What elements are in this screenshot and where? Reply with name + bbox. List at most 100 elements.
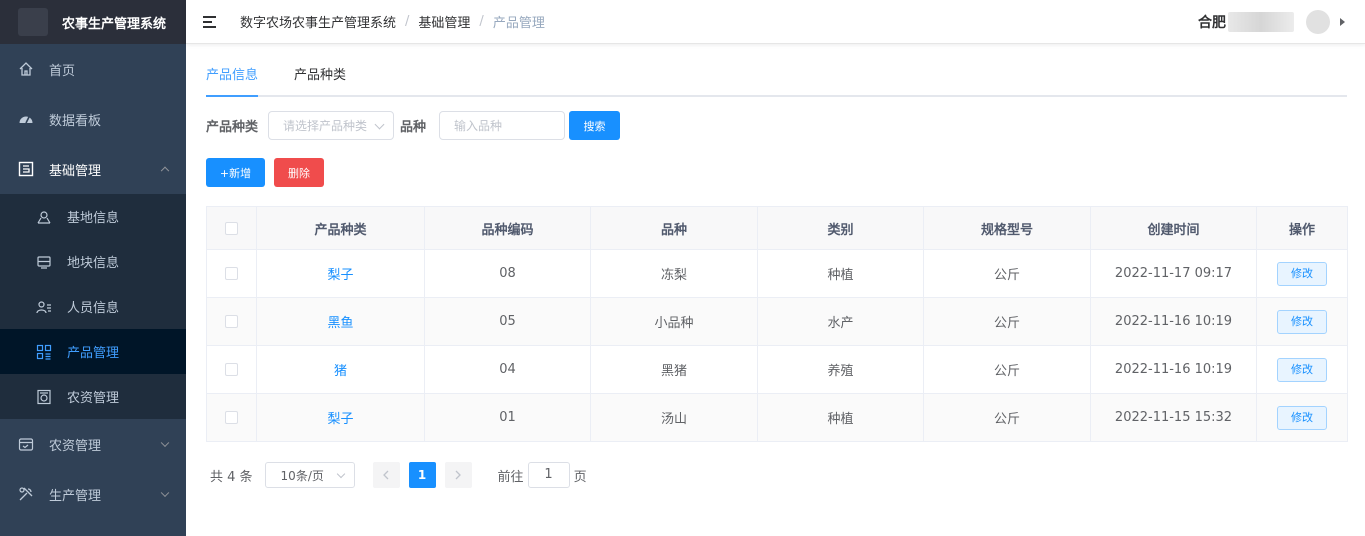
header: 数字农场农事生产管理系统 / 基础管理 / 产品管理 合肥 — [186, 0, 1365, 44]
category-cell: 种植 — [757, 249, 924, 298]
chevron-down-icon — [336, 469, 345, 479]
action-cell: 修改 — [1256, 297, 1348, 346]
category-cell: 种植 — [757, 393, 924, 442]
type-cell: 梨子 — [256, 393, 425, 442]
created-cell: 2022-11-16 10:19 — [1090, 345, 1257, 394]
table-row: 梨子 08 冻梨 种植 公斤 2022-11-17 09:17 修改 — [206, 249, 1348, 298]
user-list-icon — [36, 299, 52, 315]
spec-cell: 公斤 — [923, 345, 1091, 394]
tab-product-info[interactable]: 产品信息 — [206, 57, 259, 97]
app-title: 农事生产管理系统 — [62, 16, 167, 32]
sidebar-item-label: 地块信息 — [67, 256, 120, 271]
grid-icon — [36, 344, 52, 360]
variety-cell: 小品种 — [590, 297, 758, 346]
user-name: 合肥 — [1198, 15, 1226, 31]
product-type-link[interactable]: 梨子 — [327, 268, 353, 283]
goto-page-input[interactable]: 1 — [527, 462, 570, 488]
sidebar-item-agri-supplies[interactable]: 农资管理 — [0, 419, 186, 469]
sidebar-item-label: 基础管理 — [49, 163, 102, 179]
variety-placeholder: 输入品种 — [454, 119, 503, 133]
sidebar-item-basic-management[interactable]: 基础管理 — [0, 144, 186, 194]
product-table: 产品种类 品种编码 品种 类别 规格型号 创建时间 操作 梨子 08 冻梨 种植… — [206, 206, 1348, 442]
sidebar-item-production[interactable]: 生产管理 — [0, 469, 186, 519]
created-cell: 2022-11-16 10:19 — [1090, 297, 1257, 346]
code-cell: 08 — [424, 249, 591, 298]
page-number-button[interactable]: 1 — [408, 462, 436, 488]
row-checkbox[interactable] — [225, 267, 238, 280]
page-size-select[interactable]: 10条/页 — [264, 462, 355, 488]
edit-button[interactable]: 修改 — [1277, 357, 1327, 382]
variety-cell: 冻梨 — [590, 249, 758, 298]
variety-cell: 黑猪 — [590, 345, 758, 394]
code-cell: 04 — [424, 345, 591, 394]
table-row: 黑鱼 05 小品种 水产 公斤 2022-11-16 10:19 修改 — [206, 297, 1348, 346]
row-checkbox[interactable] — [225, 363, 238, 376]
user-menu[interactable]: 合肥 — [1198, 0, 1345, 44]
select-all-checkbox[interactable] — [225, 221, 238, 235]
tools-icon — [18, 486, 34, 502]
type-cell: 猪 — [256, 345, 425, 394]
edit-button[interactable]: 修改 — [1277, 261, 1327, 286]
sidebar-item-dashboard[interactable]: 数据看板 — [0, 94, 186, 144]
delete-button[interactable]: 删除 — [274, 158, 324, 187]
select-cell — [206, 297, 257, 346]
variety-cell: 汤山 — [590, 393, 758, 442]
sidebar-item-label: 数据看板 — [49, 113, 102, 129]
logo: 农事生产管理系统 — [0, 0, 186, 44]
action-cell: 修改 — [1256, 345, 1348, 394]
select-cell — [206, 345, 257, 394]
product-type-link[interactable]: 黑鱼 — [327, 316, 353, 331]
hamburger-icon[interactable] — [203, 15, 219, 29]
breadcrumb-current: 产品管理 — [492, 16, 545, 31]
add-button[interactable]: +新增 — [206, 158, 265, 187]
column-header: 产品种类 — [256, 206, 425, 250]
created-cell: 2022-11-15 15:32 — [1090, 393, 1257, 442]
breadcrumb-item[interactable]: 数字农场农事生产管理系统 — [240, 12, 396, 31]
row-checkbox[interactable] — [225, 411, 238, 424]
chevron-down-icon — [160, 488, 170, 498]
sidebar-item-label: 基地信息 — [67, 211, 120, 226]
sidebar-item-product-management[interactable]: 产品管理 — [0, 329, 186, 374]
sidebar-item-staff-info[interactable]: 人员信息 — [0, 284, 186, 329]
location-icon — [36, 209, 52, 225]
breadcrumb-separator: / — [479, 14, 484, 29]
sidebar-item-agri-supplies-sub[interactable]: 农资管理 — [0, 374, 186, 419]
product-type-link[interactable]: 梨子 — [327, 412, 353, 427]
column-header: 规格型号 — [923, 206, 1091, 250]
product-type-link[interactable]: 猪 — [334, 364, 347, 379]
product-type-placeholder: 请选择产品种类 — [283, 119, 368, 133]
sidebar-item-base-info[interactable]: 基地信息 — [0, 194, 186, 239]
product-type-label: 产品种类 — [206, 120, 259, 135]
category-cell: 水产 — [757, 297, 924, 346]
pagination: 共 4 条 10条/页 1 前往 1 页 — [206, 462, 1347, 488]
sidebar-item-plot-info[interactable]: 地块信息 — [0, 239, 186, 284]
sidebar-item-label: 农资管理 — [67, 391, 120, 406]
product-type-select[interactable]: 请选择产品种类 — [268, 111, 395, 140]
variety-input[interactable]: 输入品种 — [439, 111, 566, 140]
breadcrumb-separator: / — [405, 14, 410, 29]
sidebar-item-label: 人员信息 — [67, 301, 120, 316]
chevron-right-icon — [455, 470, 461, 480]
row-checkbox[interactable] — [225, 315, 238, 328]
spec-cell: 公斤 — [923, 249, 1091, 298]
edit-button[interactable]: 修改 — [1277, 405, 1327, 430]
search-button[interactable]: 搜索 — [569, 111, 621, 140]
breadcrumb-item[interactable]: 基础管理 — [418, 12, 470, 31]
goto-unit: 页 — [573, 469, 587, 485]
edit-button[interactable]: 修改 — [1277, 309, 1327, 334]
type-cell: 梨子 — [256, 249, 425, 298]
chevron-left-icon — [383, 470, 389, 480]
sidebar-item-home[interactable]: 首页 — [0, 44, 186, 94]
sidebar-item-label: 产品管理 — [67, 346, 120, 361]
action-bar: +新增 删除 — [206, 158, 1347, 187]
chevron-down-icon — [374, 119, 385, 130]
avatar[interactable] — [1306, 10, 1330, 34]
caret-right-icon[interactable] — [1340, 18, 1345, 26]
sidebar: 农事生产管理系统 首页 数据看板 基础管理 基地信息 地块信息 人员信息 产品管… — [0, 0, 186, 536]
next-page-button[interactable] — [444, 462, 472, 488]
column-header: 品种 — [590, 206, 758, 250]
code-cell: 01 — [424, 393, 591, 442]
tab-product-type[interactable]: 产品种类 — [294, 57, 346, 95]
prev-page-button[interactable] — [372, 462, 400, 488]
sidebar-item-label: 首页 — [49, 63, 76, 79]
